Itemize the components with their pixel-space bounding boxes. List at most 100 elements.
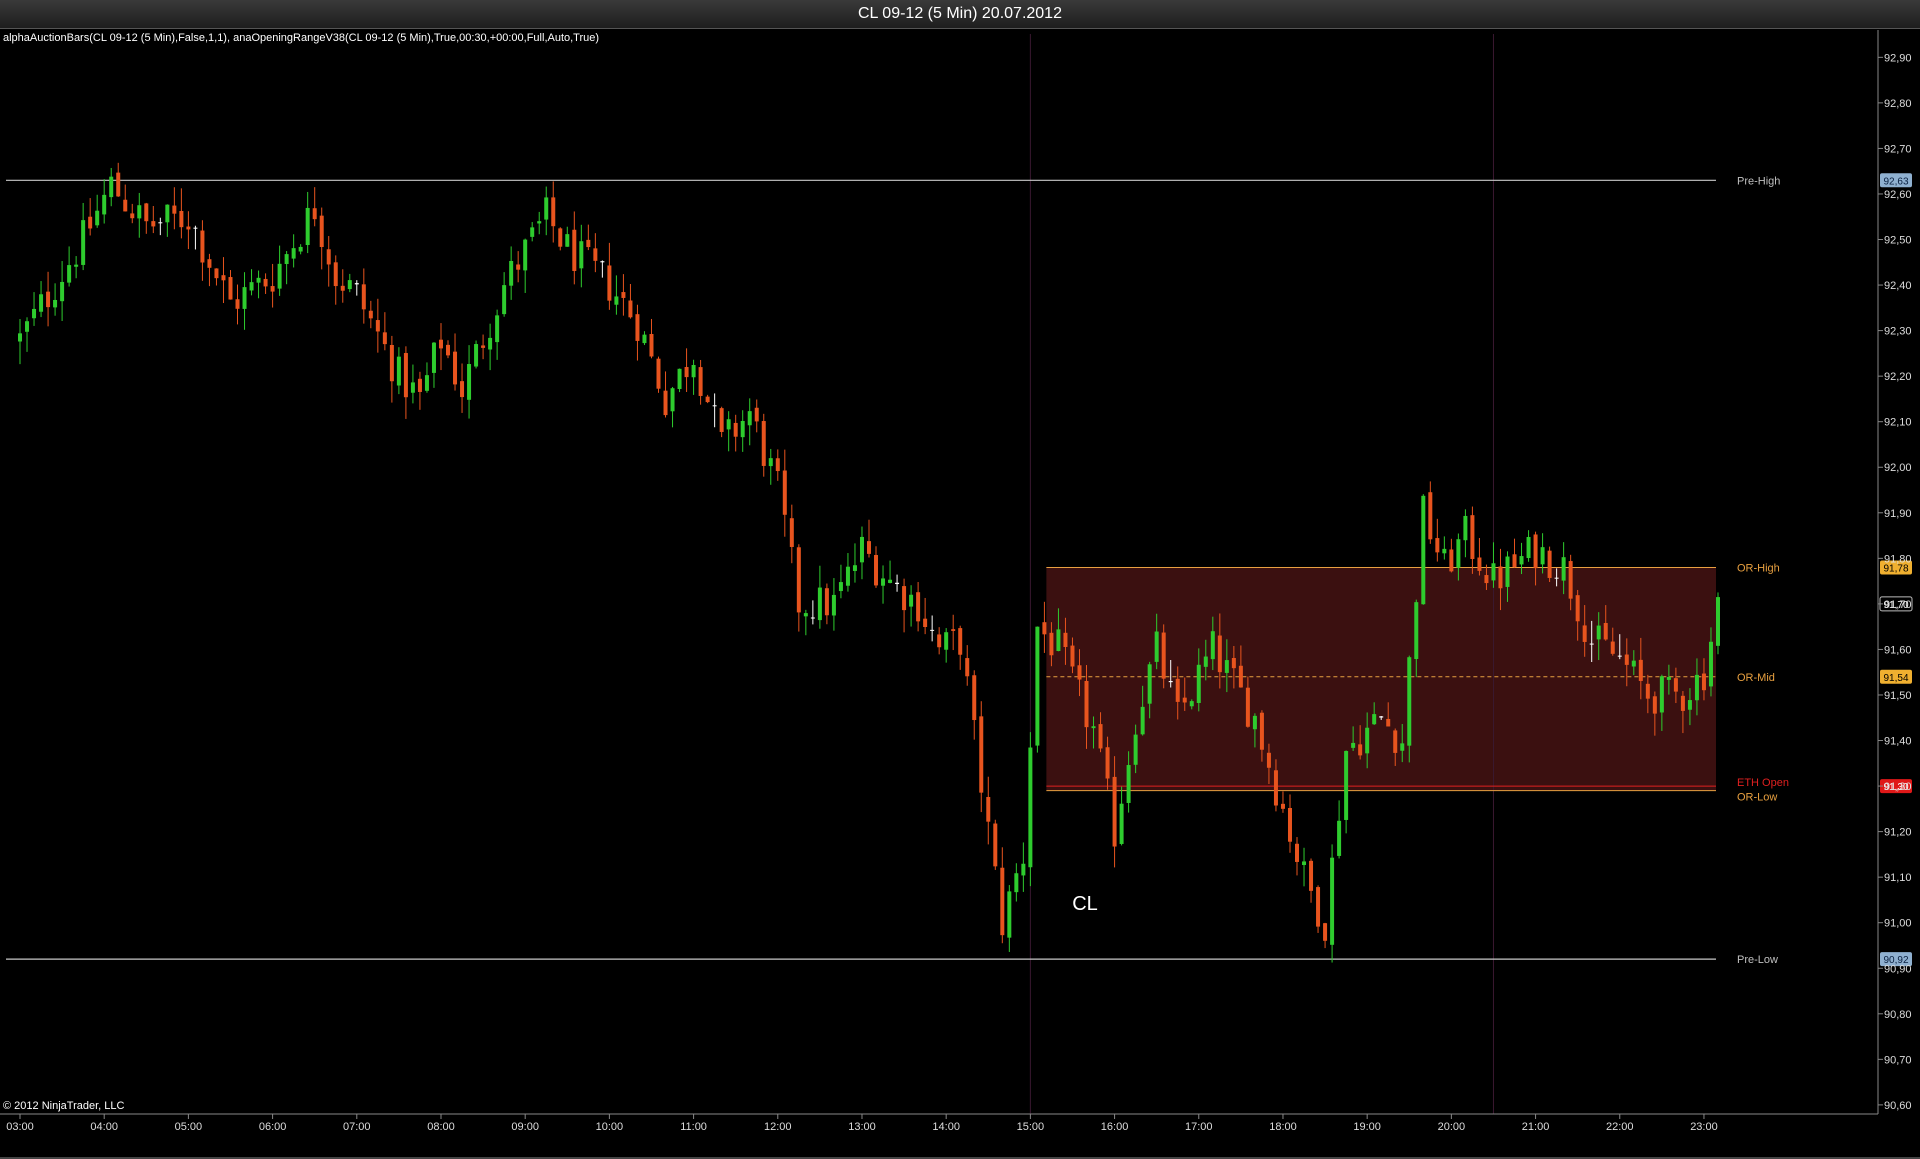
candle-body [1259, 712, 1264, 750]
candle-body [1147, 664, 1152, 704]
candle-body [1133, 734, 1138, 765]
candle-body [382, 332, 387, 345]
candle-body [410, 382, 415, 393]
candle-body [1042, 622, 1047, 635]
candle-body [1638, 659, 1643, 681]
candle-body [881, 578, 886, 586]
candle-body [88, 216, 93, 229]
candle-body [270, 286, 275, 292]
time-tick-label: 03:00 [6, 1121, 34, 1133]
candle-body [1645, 683, 1650, 699]
candle-body [972, 675, 977, 721]
price-chart[interactable]: Pre-High OR-High OR-Mid ETH Open OR-Low Pre-L… [0, 0, 1920, 1159]
candle-body [796, 547, 801, 613]
candle-body [18, 333, 22, 342]
candle-body [1330, 857, 1335, 945]
candle-body [1484, 575, 1489, 584]
price-tick-label: 92,80 [1884, 98, 1912, 110]
candle-body [958, 628, 963, 655]
candle-body [1659, 676, 1664, 713]
candle-body [733, 422, 738, 437]
candle-body [1014, 873, 1019, 893]
candle-body [909, 594, 914, 607]
candle-body [544, 197, 549, 220]
candle-body [291, 248, 296, 259]
candle-body [1238, 665, 1243, 688]
price-tick-label: 92,50 [1884, 235, 1912, 247]
candle-body [305, 207, 310, 246]
candle-body [277, 263, 282, 289]
time-tick-label: 22:00 [1606, 1121, 1634, 1133]
price-tick-label: 91,00 [1884, 918, 1912, 930]
candle-body [607, 265, 612, 301]
candle-body [677, 368, 682, 390]
candle-body [495, 315, 500, 343]
candle-body [740, 420, 745, 438]
candle-body [214, 268, 219, 279]
candle-body [158, 222, 163, 224]
candle-body [656, 358, 661, 389]
candle-body [467, 364, 472, 400]
candle-body [923, 618, 928, 627]
candle-body [249, 282, 254, 291]
candle-body [1266, 752, 1271, 768]
candle-body [1666, 676, 1671, 680]
candle-body [810, 617, 815, 619]
candle-body [916, 592, 921, 622]
candle-body [614, 296, 619, 305]
time-tick-label: 21:00 [1522, 1121, 1550, 1133]
candle-body [1715, 597, 1720, 646]
candle-body [1470, 515, 1475, 559]
price-tick-label: 90,60 [1884, 1100, 1912, 1112]
candle-body [375, 320, 380, 332]
candle-body [347, 280, 352, 290]
candle-body [1252, 715, 1257, 730]
candle-body [1344, 750, 1349, 820]
candle-body [698, 367, 703, 396]
candle-body [1358, 744, 1363, 756]
candle-body [284, 254, 289, 265]
candle-body [1463, 515, 1468, 541]
candle-body [1449, 549, 1454, 572]
candle-body [242, 287, 247, 309]
candle-body [979, 716, 984, 793]
candle-body [951, 629, 956, 631]
candle-body [1273, 770, 1278, 806]
candle-body [1323, 923, 1328, 941]
candle-body [165, 204, 170, 223]
candle-body [1049, 632, 1054, 656]
candle-body [684, 367, 689, 378]
candle-body [1505, 556, 1510, 587]
candle-body [1477, 557, 1482, 571]
opening-range-box [1046, 567, 1716, 791]
time-tick-label: 05:00 [175, 1121, 203, 1133]
candle-body [866, 541, 871, 554]
candle-body [179, 211, 184, 228]
candle-body [775, 458, 780, 472]
level-label-eth-open: ETH Open [1737, 777, 1789, 789]
candle-body [1365, 727, 1370, 754]
price-tick-label: 92,60 [1884, 189, 1912, 201]
candle-body [1400, 743, 1405, 751]
candle-body [1175, 678, 1180, 702]
candle-body [431, 342, 436, 373]
candle-body [719, 408, 724, 432]
candle-body [593, 248, 598, 261]
candle-body [1372, 714, 1377, 725]
candle-body [1680, 695, 1685, 711]
candle-body [874, 555, 879, 586]
candle-body [1617, 655, 1622, 657]
candle-body [46, 291, 51, 308]
candle-body [1196, 664, 1201, 703]
price-tick-label: 92,30 [1884, 326, 1912, 338]
candle-body [263, 278, 268, 287]
candle-body [712, 405, 717, 407]
price-tick-label: 91,70 [1884, 599, 1912, 611]
candle-body [572, 229, 577, 272]
candle-body [1105, 747, 1110, 779]
candle-body [1526, 536, 1531, 559]
candle-body [200, 230, 205, 263]
candle-body [151, 221, 156, 227]
time-tick-label: 07:00 [343, 1121, 371, 1133]
candle-body [1589, 643, 1594, 645]
